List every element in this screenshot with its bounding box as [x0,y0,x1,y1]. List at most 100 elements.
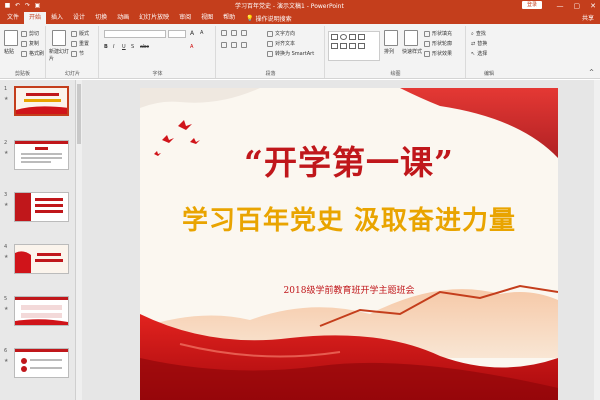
undo-icon[interactable]: ↶ [14,2,21,9]
tab-transitions[interactable]: 切换 [90,12,112,24]
shape-fill-button[interactable]: 形状填充 [424,30,452,37]
underline-button[interactable]: U [122,44,126,50]
line-shape-icon[interactable] [349,34,356,40]
reset-button[interactable]: 重置 [71,40,89,47]
text-direction-button[interactable]: 文字方向 [267,30,295,37]
shape-outline-button[interactable]: 形状轮廓 [424,40,452,47]
align-left-icon [221,42,227,48]
quick-styles-icon[interactable] [404,30,418,46]
replace-button[interactable]: ⇄ 替换 [471,40,487,48]
italic-button[interactable]: I [113,44,114,50]
triangle-shape-icon[interactable] [331,43,338,49]
align-right-button[interactable] [241,42,247,48]
cut-button[interactable]: 剪切 [21,30,39,37]
tab-slideshow[interactable]: 幻灯片放映 [134,12,174,24]
oval-shape-icon[interactable] [340,34,347,40]
strikethrough-button[interactable]: abc [140,44,149,50]
redo-icon[interactable]: ↷ [24,2,31,9]
bullets-button[interactable] [221,30,227,36]
arrange-button[interactable]: 排列 [384,48,394,55]
slide-thumbnail-3[interactable] [14,192,69,222]
slide-thumbnail-1[interactable] [14,86,69,116]
tab-file[interactable]: 文件 [2,12,24,24]
layout-button[interactable]: 版式 [71,30,89,37]
ribbon: 粘贴 剪切 复制 格式刷 剪贴板 新建幻灯片 版式 重置 节 幻灯片 A A B… [0,24,600,79]
editor-scrollbar[interactable] [594,80,600,400]
thumbnail-scrollbar-thumb[interactable] [77,84,81,144]
thumbnail-4-art [15,245,68,273]
thumbnail-6-art [15,349,68,377]
bold-button[interactable]: B [104,44,108,50]
new-slide-button[interactable]: 新建幻灯片 [49,48,69,62]
lightbulb-icon: 💡 [246,14,254,22]
arrange-icon[interactable] [384,30,398,46]
restore-icon[interactable]: ▢ [574,2,581,10]
tab-home[interactable]: 开始 [24,12,47,24]
shapes-gallery[interactable] [328,31,380,61]
tab-animations[interactable]: 动画 [112,12,134,24]
slide-thumbnail-pane[interactable]: 1 ★ 2 ★ 3 ★ 4 ★ 5 ★ 6 ★ [0,80,76,400]
tab-review[interactable]: 审阅 [174,12,196,24]
collapse-ribbon-icon[interactable]: ^ [589,69,594,76]
clipboard-group: 粘贴 剪切 复制 格式刷 剪贴板 [0,26,46,78]
paint-bucket-icon [424,30,430,37]
find-button[interactable]: ⌕ 查找 [471,30,486,38]
slide-title[interactable]: “开学第一课” [140,136,558,184]
callout-shape-icon[interactable] [358,43,365,49]
present-icon[interactable]: ▣ [34,2,41,9]
numbering-button[interactable] [231,30,237,36]
text-direction-icon [267,30,273,37]
animation-star-icon: ★ [4,202,9,208]
slide-thumbnail-5[interactable] [14,296,69,326]
quick-styles-button[interactable]: 快速样式 [402,48,422,55]
current-slide[interactable]: “开学第一课” 学习百年党史 汲取奋进力量 2018级学前教育班开学主题班会 [140,88,558,400]
window-controls: — ▢ ✕ [557,0,597,11]
font-name-select[interactable] [104,30,166,38]
slide-thumbnail-6[interactable] [14,348,69,378]
shape-effects-button[interactable]: 形状效果 [424,50,452,57]
tell-me-search[interactable]: 💡 操作说明搜索 [240,12,292,24]
paste-icon[interactable] [4,30,18,46]
smartart-button[interactable]: 转换为 SmartArt [267,50,314,57]
tab-design[interactable]: 设计 [68,12,90,24]
section-button[interactable]: 节 [71,50,84,57]
shadow-button[interactable]: S [131,44,134,50]
login-button[interactable]: 登录 [521,1,542,9]
slide-subtitle[interactable]: 学习百年党史 汲取奋进力量 [140,200,558,237]
tab-view[interactable]: 视图 [196,12,218,24]
align-left-button[interactable] [221,42,227,48]
font-color-button[interactable]: A [190,44,193,50]
select-button[interactable]: ↖ 选择 [471,50,487,58]
slide-number: 1 [4,86,8,92]
new-slide-icon[interactable] [52,30,66,46]
textbox-shape-icon[interactable] [340,43,347,49]
paste-button[interactable]: 粘贴 [4,48,14,55]
indent-button[interactable] [241,30,247,36]
slide-thumbnail-4[interactable] [14,244,69,274]
tab-insert[interactable]: 插入 [46,12,68,24]
shrink-font-button[interactable]: A [200,30,203,36]
arrow-shape-icon[interactable] [358,34,365,40]
align-center-button[interactable] [231,42,237,48]
align-text-button[interactable]: 对齐文本 [267,40,295,47]
slide-caption[interactable]: 2018级学前教育班开学主题班会 [140,283,558,296]
font-size-select[interactable] [168,30,186,38]
close-icon[interactable]: ✕ [590,2,596,10]
slide-thumbnail-2[interactable] [14,140,69,170]
tab-help[interactable]: 帮助 [218,12,240,24]
format-painter-button[interactable]: 格式刷 [21,50,44,57]
animation-star-icon: ★ [4,358,9,364]
ribbon-tabs: 文件 开始 插入 设计 切换 动画 幻灯片放映 审阅 视图 帮助 💡 操作说明搜… [0,11,600,24]
slide-editing-area: “开学第一课” 学习百年党史 汲取奋进力量 2018级学前教育班开学主题班会 [82,80,600,400]
font-group: A A B I U S abc A 字体 [100,26,216,78]
align-right-icon [241,42,247,48]
star-shape-icon[interactable] [349,43,356,49]
drawing-group: 排列 快速样式 形状填充 形状轮廓 形状效果 绘图 [326,26,466,78]
minimize-icon[interactable]: — [557,2,564,10]
save-icon[interactable]: ■ [4,2,11,9]
copy-button[interactable]: 复制 [21,40,39,47]
animation-star-icon: ★ [4,306,9,312]
rectangle-shape-icon[interactable] [331,34,338,40]
grow-font-button[interactable]: A [190,30,194,37]
share-button[interactable]: 共享 [582,13,594,22]
